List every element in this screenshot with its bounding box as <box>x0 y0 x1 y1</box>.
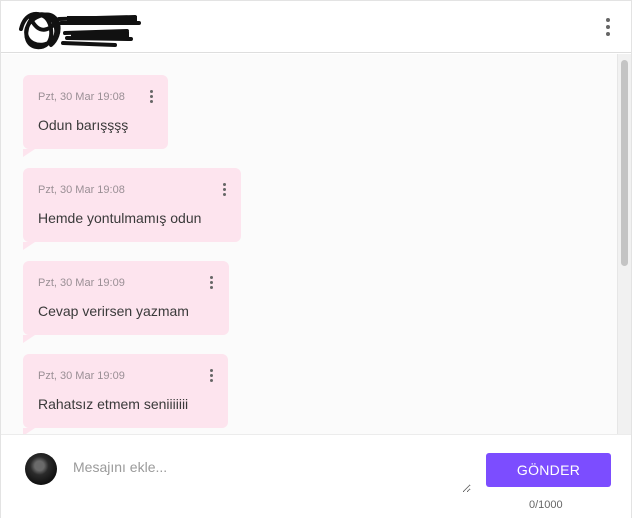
message-bubble: Pzt, 30 Mar 19:09 Cevap verirsen yazmam <box>23 261 229 343</box>
chat-window: Pzt, 30 Mar 19:08 Odun barışşşş Pzt, 30 … <box>0 0 632 518</box>
send-button[interactable]: GÖNDER <box>486 453 611 487</box>
message-list-scrollbar[interactable] <box>617 54 631 434</box>
message-options-icon[interactable] <box>219 180 229 198</box>
message-bubble: Pzt, 30 Mar 19:08 Odun barışşşş <box>23 75 169 157</box>
message-bubble: Pzt, 30 Mar 19:08 Hemde yontulmamış odun <box>23 168 242 250</box>
message-composer: GÖNDER 0/1000 <box>1 434 631 518</box>
character-counter: 0/1000 <box>529 499 563 511</box>
chat-header <box>1 1 631 53</box>
redacted-name-scribble <box>19 11 141 50</box>
scrollbar-thumb[interactable] <box>621 60 628 266</box>
message-timestamp: Pzt, 30 Mar 19:08 <box>38 91 125 103</box>
message-text: Rahatsız etmem seniiiiiii <box>38 396 189 412</box>
message-timestamp: Pzt, 30 Mar 19:09 <box>38 370 125 382</box>
message-options-icon[interactable] <box>206 366 216 384</box>
message-text: Cevap verirsen yazmam <box>38 303 189 319</box>
avatar <box>25 453 57 485</box>
more-vertical-icon[interactable] <box>599 15 617 39</box>
message-list: Pzt, 30 Mar 19:08 Odun barışşşş Pzt, 30 … <box>1 54 617 434</box>
message-options-icon[interactable] <box>207 273 217 291</box>
message-timestamp: Pzt, 30 Mar 19:08 <box>38 184 125 196</box>
message-text: Hemde yontulmamış odun <box>38 210 202 226</box>
message-bubble: Pzt, 30 Mar 19:09 Rahatsız etmem seniiii… <box>23 354 229 434</box>
message-input[interactable] <box>63 451 471 493</box>
message-timestamp: Pzt, 30 Mar 19:09 <box>38 277 125 289</box>
message-text: Odun barışşşş <box>38 117 129 133</box>
message-options-icon[interactable] <box>146 87 156 105</box>
